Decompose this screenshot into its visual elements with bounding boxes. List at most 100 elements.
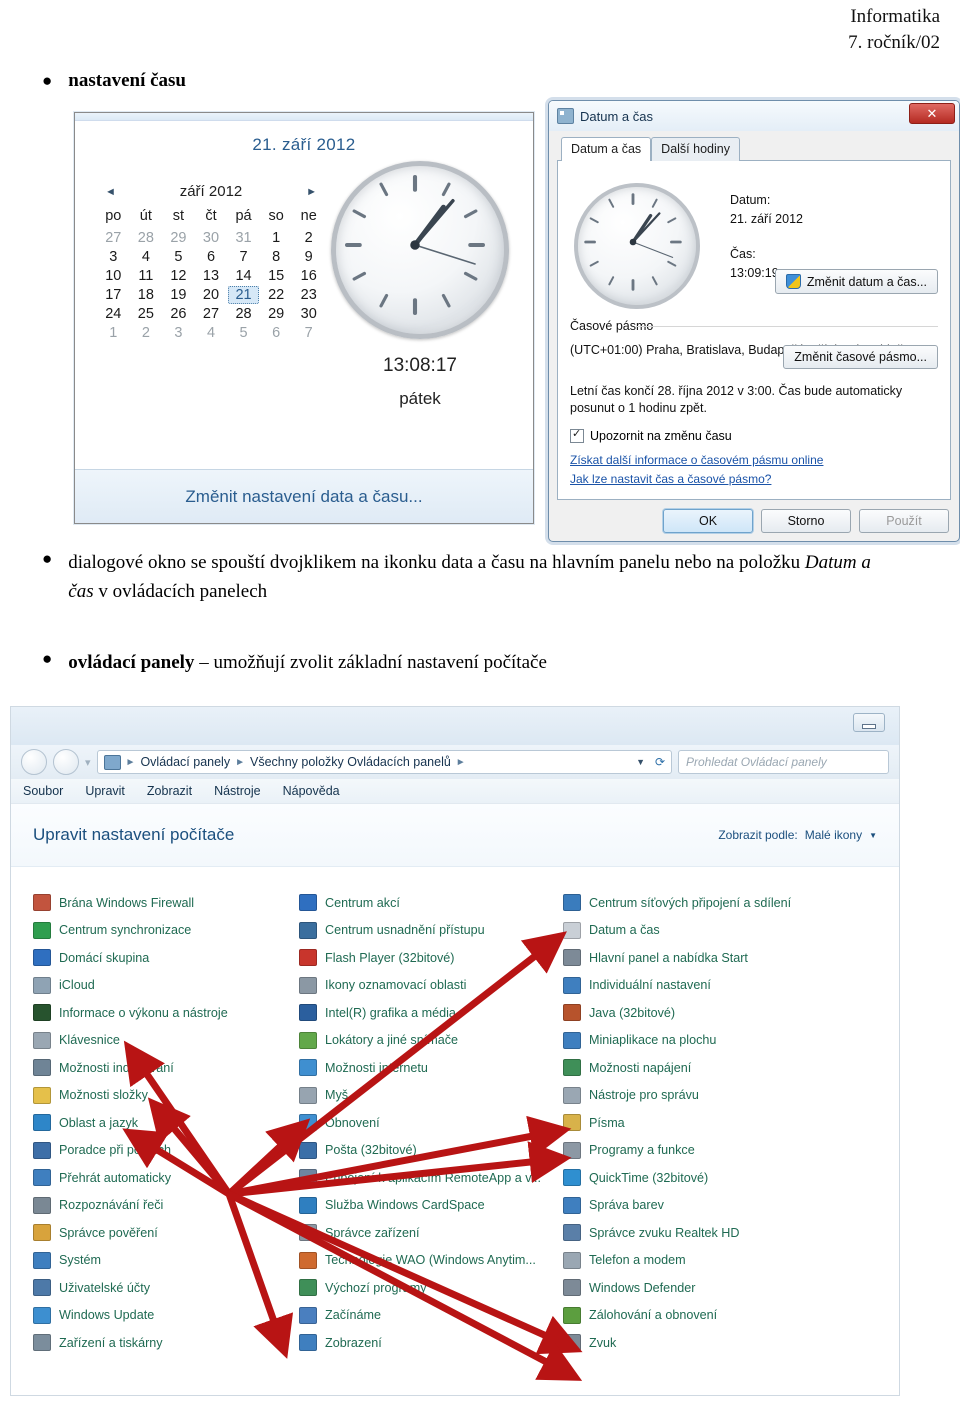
control-panel-item[interactable]: Ikony oznamovací oblasti [299,972,557,1000]
calendar-day[interactable]: 28 [227,306,260,322]
calendar-day[interactable]: 25 [130,306,163,322]
control-panel-item[interactable]: Systém [33,1247,291,1275]
calendar-day[interactable]: 8 [260,249,293,265]
control-panel-item[interactable]: iCloud [33,972,291,1000]
control-panel-item[interactable]: Nástroje pro správu [563,1082,863,1110]
calendar-day[interactable]: 13 [195,268,228,284]
calendar-day[interactable]: 3 [97,249,130,265]
control-panel-item[interactable]: Java (32bitové) [563,999,863,1027]
control-panel-item[interactable]: Miniaplikace na plochu [563,1027,863,1055]
address-dropdown-icon[interactable]: ▼ [636,757,645,767]
calendar-day[interactable]: 1 [97,325,130,341]
control-panel-item[interactable]: Začínáme [299,1302,557,1330]
next-month-icon[interactable]: ► [306,186,317,198]
control-panel-item[interactable]: Programy a funkce [563,1137,863,1165]
calendar-day-selected[interactable]: 21 [228,286,259,304]
control-panel-item[interactable]: Individuální nastavení [563,972,863,1000]
control-panel-item[interactable]: Možnosti indexování [33,1054,291,1082]
control-panel-item[interactable]: Rozpoznávání řeči [33,1192,291,1220]
calendar-day[interactable]: 9 [292,249,325,265]
calendar-day[interactable]: 19 [162,287,195,303]
control-panel-item[interactable]: Správa barev [563,1192,863,1220]
control-panel-item[interactable]: Domácí skupina [33,944,291,972]
control-panel-item[interactable]: Centrum síťových připojení a sdílení [563,889,863,917]
refresh-icon[interactable]: ⟳ [655,755,665,769]
minimize-icon[interactable] [853,713,885,732]
control-panel-item[interactable]: Přehrát automaticky [33,1164,291,1192]
control-panel-item[interactable]: Služba Windows CardSpace [299,1192,557,1220]
search-input[interactable]: Prohledat Ovládací panely [678,750,889,774]
back-button[interactable] [21,749,47,775]
control-panel-item[interactable]: Windows Update [33,1302,291,1330]
calendar-day[interactable]: 5 [162,249,195,265]
nav-dropdown-icon[interactable]: ▾ [85,756,91,769]
calendar-day[interactable]: 27 [97,230,130,246]
calendar-day[interactable]: 15 [260,268,293,284]
control-panel-item[interactable]: Uživatelské účty [33,1274,291,1302]
calendar-day[interactable]: 14 [227,268,260,284]
control-panel-item[interactable]: Obnovení [299,1109,557,1137]
menu-item-soubor[interactable]: Soubor [23,784,63,798]
calendar-day[interactable]: 12 [162,268,195,284]
calendar-day[interactable]: 6 [195,249,228,265]
control-panel-item[interactable]: Windows Defender [563,1274,863,1302]
control-panel-item[interactable]: Hlavní panel a nabídka Start [563,944,863,972]
view-by-value[interactable]: Malé ikony [805,828,862,842]
calendar-day[interactable]: 11 [130,268,163,284]
calendar-day[interactable]: 24 [97,306,130,322]
control-panel-item[interactable]: Brána Windows Firewall [33,889,291,917]
notify-time-change-row[interactable]: Upozornit na změnu času [570,427,732,443]
calendar-day[interactable]: 6 [260,325,293,341]
chevron-down-icon[interactable]: ▼ [869,831,877,840]
control-panel-item[interactable]: Správce zařízení [299,1219,557,1247]
breadcrumb-item-0[interactable]: Ovládací panely [140,755,230,769]
calendar-day[interactable]: 7 [292,325,325,341]
calendar-day[interactable]: 31 [227,230,260,246]
calendar-day[interactable]: 16 [292,268,325,284]
month-calendar[interactable]: ◄ září 2012 ► po út st čt pá so ne 27 28 29 30 31 1 2… [97,183,325,341]
tab-datum-a-cas[interactable]: Datum a čas [561,137,652,161]
control-panel-item[interactable]: Možnosti složky [33,1082,291,1110]
calendar-day[interactable]: 18 [130,287,163,303]
ok-button[interactable]: OK [663,509,753,533]
control-panel-item[interactable]: Intel(R) grafika a média [299,999,557,1027]
timezone-online-info-link[interactable]: Získat další informace o časovém pásmu o… [570,453,823,467]
calendar-day[interactable]: 22 [260,287,293,303]
calendar-day[interactable]: 2 [130,325,163,341]
menu-item-zobrazit[interactable]: Zobrazit [147,784,192,798]
prev-month-icon[interactable]: ◄ [105,186,116,198]
control-panel-item[interactable]: Možnosti napájení [563,1054,863,1082]
control-panel-item[interactable]: Technologie WAO (Windows Anytim... [299,1247,557,1275]
checkbox-icon[interactable] [570,427,584,443]
calendar-day[interactable]: 23 [292,287,325,303]
control-panel-item[interactable]: Zařízení a tiskárny [33,1329,291,1357]
calendar-day[interactable]: 30 [195,230,228,246]
control-panel-item[interactable]: Datum a čas [563,917,863,945]
calendar-day[interactable]: 30 [292,306,325,322]
close-icon[interactable]: ✕ [909,103,955,124]
calendar-day[interactable]: 4 [195,325,228,341]
control-panel-item[interactable]: Výchozí programy [299,1274,557,1302]
calendar-day[interactable]: 10 [97,268,130,284]
control-panel-item[interactable]: Písma [563,1109,863,1137]
breadcrumb[interactable]: ► Ovládací panely ► Všechny položky Ovlá… [96,750,672,774]
calendar-day[interactable]: 29 [260,306,293,322]
control-panel-item[interactable]: Centrum akcí [299,889,557,917]
how-to-set-time-link[interactable]: Jak lze nastavit čas a časové pásmo? [570,472,771,486]
control-panel-item[interactable]: Oblast a jazyk [33,1109,291,1137]
control-panel-item[interactable]: Informace o výkonu a nástroje [33,999,291,1027]
calendar-day[interactable]: 27 [195,306,228,322]
control-panel-item[interactable]: Klávesnice [33,1027,291,1055]
menu-item-nápověda[interactable]: Nápověda [283,784,340,798]
control-panel-item[interactable]: Pošta (32bitové) [299,1137,557,1165]
calendar-day[interactable]: 17 [97,287,130,303]
calendar-day[interactable]: 3 [162,325,195,341]
flyout-footer[interactable]: Změnit nastavení data a času... [75,469,533,523]
calendar-day[interactable]: 4 [130,249,163,265]
calendar-day[interactable]: 5 [227,325,260,341]
calendar-day[interactable]: 29 [162,230,195,246]
forward-button[interactable] [53,749,79,775]
menu-item-upravit[interactable]: Upravit [85,784,125,798]
control-panel-item[interactable]: QuickTime (32bitové) [563,1164,863,1192]
breadcrumb-item-1[interactable]: Všechny položky Ovládacích panelů [250,755,451,769]
